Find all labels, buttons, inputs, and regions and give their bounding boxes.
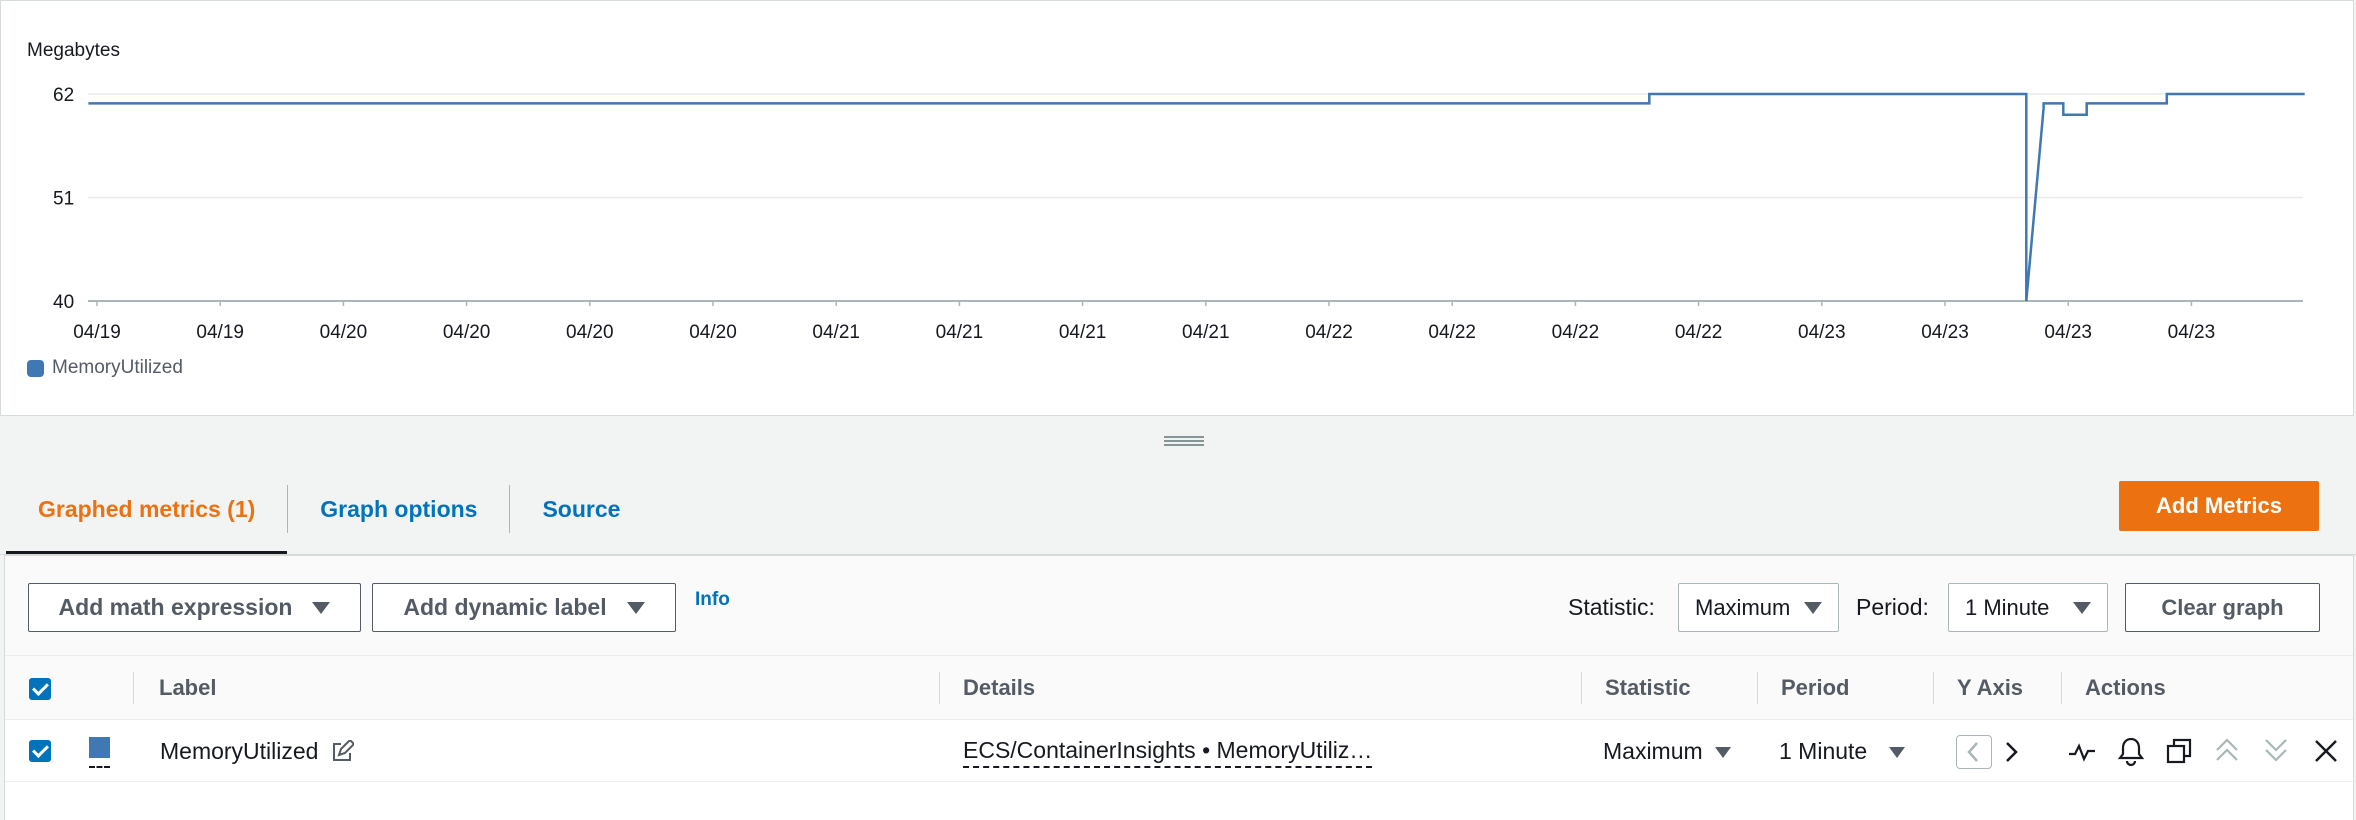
x-tick-label: 04/19: [73, 322, 121, 343]
x-tick-label: 04/20: [320, 322, 368, 343]
add-dynamic-label-label: Add dynamic label: [403, 594, 607, 620]
legend-label: MemoryUtilized: [52, 357, 183, 378]
caret-down-icon: [312, 601, 331, 614]
panel-resize-handle[interactable]: [1164, 436, 1204, 446]
swatch-underline: [89, 766, 110, 768]
move-up-icon[interactable]: [2213, 736, 2241, 764]
add-metrics-button[interactable]: Add Metrics: [2119, 481, 2319, 531]
metrics-toolbar: Add math expression Add dynamic label In…: [5, 556, 2353, 656]
graph-panel: Megabytes 62 51 40 04/19 04/19 04/20 04/20 04/2…: [0, 0, 2354, 416]
x-tick-label: 04/22: [1305, 322, 1353, 343]
metric-line-chart[interactable]: 62 51 40 04/19 04/19 04/20 04/20 04/20 04/20 04/2…: [1, 1, 2355, 417]
caret-down-icon: [1804, 601, 1822, 614]
chart-legend[interactable]: MemoryUtilized: [27, 357, 183, 379]
column-divider: [2061, 672, 2062, 704]
x-tick-label: 04/21: [812, 322, 860, 343]
caret-down-icon: [1714, 747, 1731, 759]
add-math-expression-label: Add math expression: [58, 594, 293, 620]
x-tick-label: 04/21: [936, 322, 984, 343]
duplicate-icon[interactable]: [2166, 738, 2192, 764]
y-tick-label: 62: [53, 85, 74, 106]
metric-label: MemoryUtilized: [160, 738, 319, 764]
statistic-select[interactable]: Maximum: [1678, 583, 1839, 632]
graphed-metrics-panel: Add math expression Add dynamic label In…: [4, 555, 2354, 820]
column-divider: [1581, 672, 1582, 704]
x-tick-label: 04/20: [566, 322, 614, 343]
y-tick-label: 40: [53, 292, 74, 313]
row-select-checkbox[interactable]: [29, 740, 51, 762]
table-header: Label Details Statistic Period Y Axis Ac…: [5, 656, 2353, 720]
column-header-actions[interactable]: Actions: [2085, 656, 2166, 720]
caret-down-icon: [1889, 747, 1906, 759]
period-select-value: 1 Minute: [1965, 594, 2050, 620]
x-tick-label: 04/20: [443, 322, 491, 343]
x-tick-label: 04/22: [1428, 322, 1476, 343]
tab-graphed-metrics[interactable]: Graphed metrics (1): [6, 475, 288, 555]
column-divider: [133, 672, 134, 704]
column-divider: [939, 672, 940, 704]
row-statistic-value: Maximum: [1603, 738, 1703, 764]
tab-source[interactable]: Source: [510, 475, 652, 555]
x-tick-label: 04/21: [1182, 322, 1230, 343]
edit-icon[interactable]: [330, 740, 354, 764]
select-all-checkbox[interactable]: [29, 678, 51, 700]
column-header-statistic[interactable]: Statistic: [1605, 656, 1691, 720]
tab-graph-options[interactable]: Graph options: [288, 475, 509, 555]
remove-icon[interactable]: [2313, 738, 2339, 764]
series-color-swatch[interactable]: [89, 737, 110, 758]
x-tick-label: 04/22: [1552, 322, 1600, 343]
x-tick-label: 04/21: [1059, 322, 1107, 343]
x-tick-label: 04/20: [689, 322, 737, 343]
caret-down-icon: [626, 601, 645, 614]
add-math-expression-button[interactable]: Add math expression: [28, 583, 361, 632]
add-dynamic-label-button[interactable]: Add dynamic label: [372, 583, 676, 632]
x-tick-label: 04/23: [1921, 322, 1969, 343]
table-row: MemoryUtilized ECS/ContainerInsights • M…: [5, 720, 2353, 782]
metrics-tabs: Graphed metrics (1) Graph options Source: [6, 475, 652, 555]
x-tick-label: 04/23: [2044, 322, 2092, 343]
legend-color-swatch: [27, 359, 44, 377]
row-statistic-select[interactable]: Maximum: [1603, 720, 1731, 782]
x-tick-label: 04/22: [1675, 322, 1723, 343]
x-tick-label: 04/23: [2168, 322, 2216, 343]
y-axis-left-button[interactable]: [1956, 735, 1992, 769]
caret-down-icon: [2073, 601, 2091, 614]
clear-graph-button[interactable]: Clear graph: [2125, 583, 2320, 632]
column-divider: [1933, 672, 1934, 704]
move-down-icon[interactable]: [2262, 736, 2290, 764]
y-tick-label: 51: [53, 189, 74, 210]
alarm-bell-icon[interactable]: [2117, 736, 2145, 766]
row-period-value: 1 Minute: [1779, 738, 1868, 764]
column-header-label[interactable]: Label: [159, 656, 216, 720]
column-header-y-axis[interactable]: Y Axis: [1957, 656, 2023, 720]
period-label: Period:: [1856, 594, 1929, 620]
metric-details[interactable]: ECS/ContainerInsights • MemoryUtiliz…: [963, 736, 1373, 768]
row-period-select[interactable]: 1 Minute: [1779, 720, 1906, 782]
x-tick-label: 04/23: [1798, 322, 1846, 343]
x-tick-label: 04/19: [196, 322, 244, 343]
period-select[interactable]: 1 Minute: [1948, 583, 2108, 632]
column-header-period[interactable]: Period: [1781, 656, 1849, 720]
column-header-details[interactable]: Details: [963, 656, 1035, 720]
sparkline-icon[interactable]: [2068, 739, 2096, 765]
column-divider: [1757, 672, 1758, 704]
info-link[interactable]: Info: [695, 589, 730, 611]
statistic-select-value: Maximum: [1695, 594, 1791, 620]
y-axis-right-button[interactable]: [1999, 737, 2025, 767]
statistic-label: Statistic:: [1568, 594, 1655, 620]
